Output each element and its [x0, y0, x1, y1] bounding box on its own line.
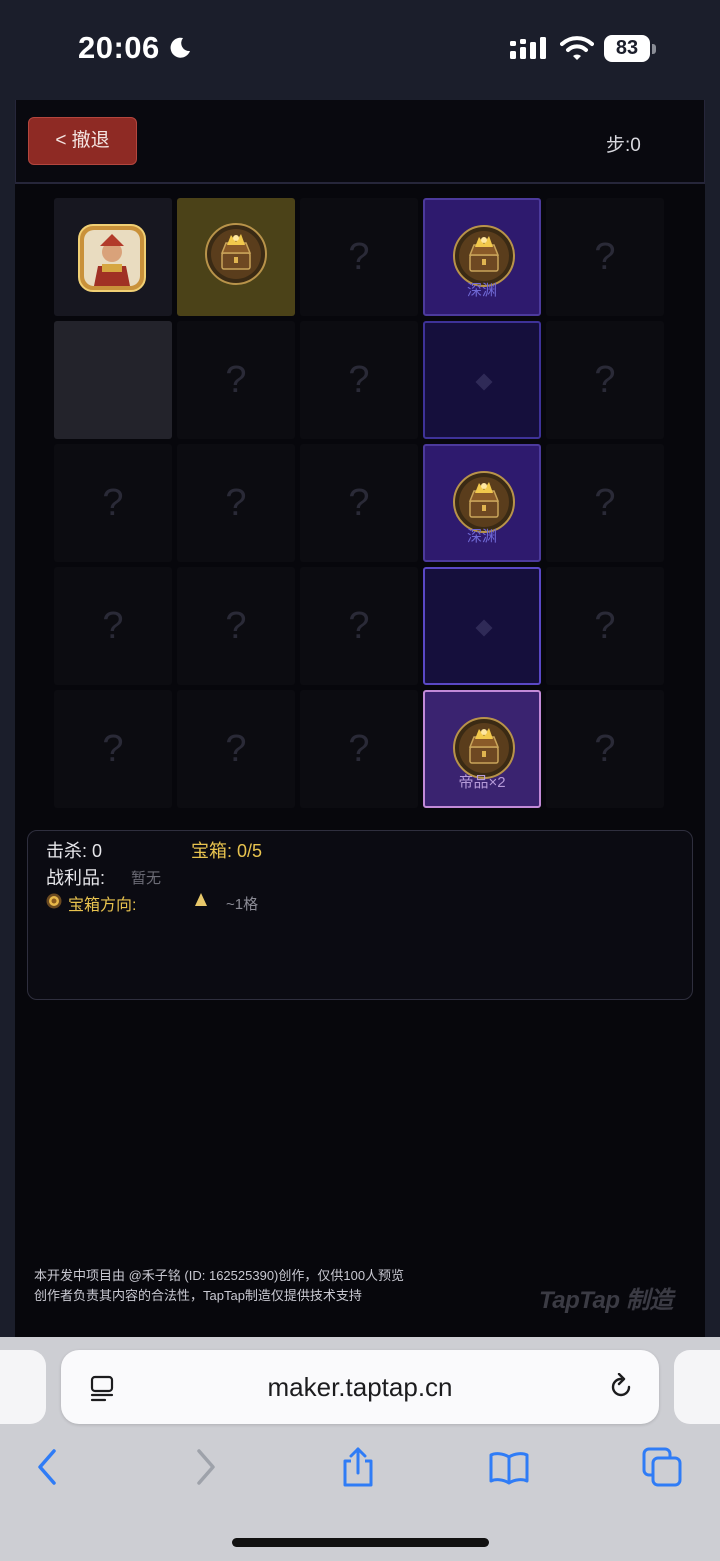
grid-cell-unknown[interactable]: ? — [300, 567, 418, 685]
unknown-mark: ? — [225, 605, 247, 647]
grid-cell-visited[interactable] — [54, 321, 172, 439]
unknown-mark: ? — [594, 605, 616, 647]
unknown-mark: ? — [348, 728, 370, 770]
grid-cell-unknown[interactable]: ? — [546, 321, 664, 439]
chest-count: 宝箱: 0/5 — [191, 841, 263, 861]
loot-value: 暂无 — [131, 870, 162, 887]
chest-distance: ~1格 — [226, 896, 259, 913]
grid-cell-chest-purple[interactable]: 深渊 — [423, 444, 541, 562]
unknown-mark: ? — [102, 728, 124, 770]
grid-cell-unknown[interactable]: ? — [546, 198, 664, 316]
unknown-mark: ? — [102, 605, 124, 647]
game-top-bar: < 撤退 步:0 — [15, 100, 705, 184]
unknown-mark: ? — [348, 236, 370, 278]
treasure-chest-icon — [205, 223, 267, 285]
previous-tab-preview[interactable] — [0, 1350, 46, 1424]
retreat-button[interactable]: < 撤退 — [28, 117, 137, 165]
share-icon[interactable] — [338, 1447, 378, 1487]
direction-arrow-icon — [195, 893, 207, 906]
footer-note-1: 本开发中项目由 @禾子铭 (ID: 162525390)创作，仅供100人预览 — [34, 1268, 405, 1283]
unknown-mark: ? — [348, 482, 370, 524]
path-diamond-icon — [475, 619, 493, 637]
unknown-mark: ? — [225, 482, 247, 524]
reload-icon[interactable] — [607, 1373, 635, 1401]
grid-cell-path[interactable] — [423, 321, 541, 439]
treasure-chest-icon — [453, 717, 515, 779]
home-indicator — [232, 1538, 489, 1547]
kill-count: 击杀: 0 — [46, 841, 103, 861]
grid-cell-chest-purple[interactable]: 深渊 — [423, 198, 541, 316]
battery-indicator: 83 — [604, 35, 656, 62]
grid-cell-unknown[interactable]: ? — [300, 198, 418, 316]
battery-level: 83 — [615, 37, 639, 59]
cell-label: 深渊 — [466, 282, 497, 299]
url-text[interactable]: maker.taptap.cn — [61, 1350, 659, 1424]
chest-direction-label: 宝箱方向: — [68, 897, 137, 914]
address-bar[interactable]: maker.taptap.cn — [61, 1350, 659, 1424]
grid-cell-unknown[interactable]: ? — [546, 567, 664, 685]
grid-cell-unknown[interactable]: ? — [300, 444, 418, 562]
next-tab-preview[interactable] — [674, 1350, 720, 1424]
unknown-mark: ? — [225, 728, 247, 770]
unknown-mark: ? — [348, 359, 370, 401]
forward-icon[interactable] — [185, 1447, 225, 1487]
back-icon[interactable] — [28, 1447, 68, 1487]
grid-cell-player[interactable] — [54, 198, 172, 316]
grid-cell-chest-gold[interactable] — [177, 198, 295, 316]
grid-cell-unknown[interactable]: ? — [300, 690, 418, 808]
game-frame: < 撤退 步:0 ? 深渊??????? 深渊???????? 帝品×2? 击杀: 0… — [15, 100, 705, 1337]
unknown-mark: ? — [594, 482, 616, 524]
grid-cell-unknown[interactable]: ? — [54, 690, 172, 808]
grid-cell-unknown[interactable]: ? — [177, 444, 295, 562]
cell-label: 深渊 — [466, 528, 497, 545]
signal-icon — [510, 37, 546, 59]
grid-cell-unknown[interactable]: ? — [177, 690, 295, 808]
grid-cell-unknown[interactable]: ? — [300, 321, 418, 439]
moon-icon — [170, 37, 190, 58]
treasure-chest-icon — [453, 471, 515, 533]
grid-cell-unknown[interactable]: ? — [546, 444, 664, 562]
grid-cell-unknown[interactable]: ? — [54, 444, 172, 562]
info-panel: 击杀: 0 宝箱: 0/5 战利品: 暂无 宝箱方向: ~1格 — [27, 830, 693, 1000]
grid-cell-unknown[interactable]: ? — [177, 321, 295, 439]
status-time: 20:06 — [78, 30, 160, 65]
grid-cell-unknown[interactable]: ? — [546, 690, 664, 808]
cell-label: 帝品×2 — [458, 774, 506, 791]
unknown-mark: ? — [348, 605, 370, 647]
step-counter: 步:0 — [606, 135, 641, 156]
grid-cell-chest-pink[interactable]: 帝品×2 — [423, 690, 541, 808]
hero-avatar — [78, 224, 146, 292]
wifi-icon — [560, 36, 594, 60]
unknown-mark: ? — [102, 482, 124, 524]
treasure-chest-icon — [453, 225, 515, 287]
bookmarks-icon[interactable] — [489, 1447, 529, 1487]
unknown-mark: ? — [594, 236, 616, 278]
tabs-icon[interactable] — [642, 1447, 682, 1487]
status-bar: 20:06 83 — [0, 0, 720, 100]
grid-cell-path-bright[interactable] — [423, 567, 541, 685]
browser-toolbar: maker.taptap.cn — [0, 1337, 720, 1561]
loot-label: 战利品: — [46, 868, 106, 888]
taptap-maker-logo: TapTap 制造 — [539, 1287, 673, 1314]
unknown-mark: ? — [594, 359, 616, 401]
grid-cell-unknown[interactable]: ? — [54, 567, 172, 685]
path-diamond-icon — [475, 373, 493, 391]
chest-compass-icon — [46, 893, 62, 909]
unknown-mark: ? — [594, 728, 616, 770]
grid-cell-unknown[interactable]: ? — [177, 567, 295, 685]
unknown-mark: ? — [225, 359, 247, 401]
footer-note-2: 创作者负责其内容的合法性，TapTap制造仅提供技术支持 — [34, 1288, 362, 1303]
